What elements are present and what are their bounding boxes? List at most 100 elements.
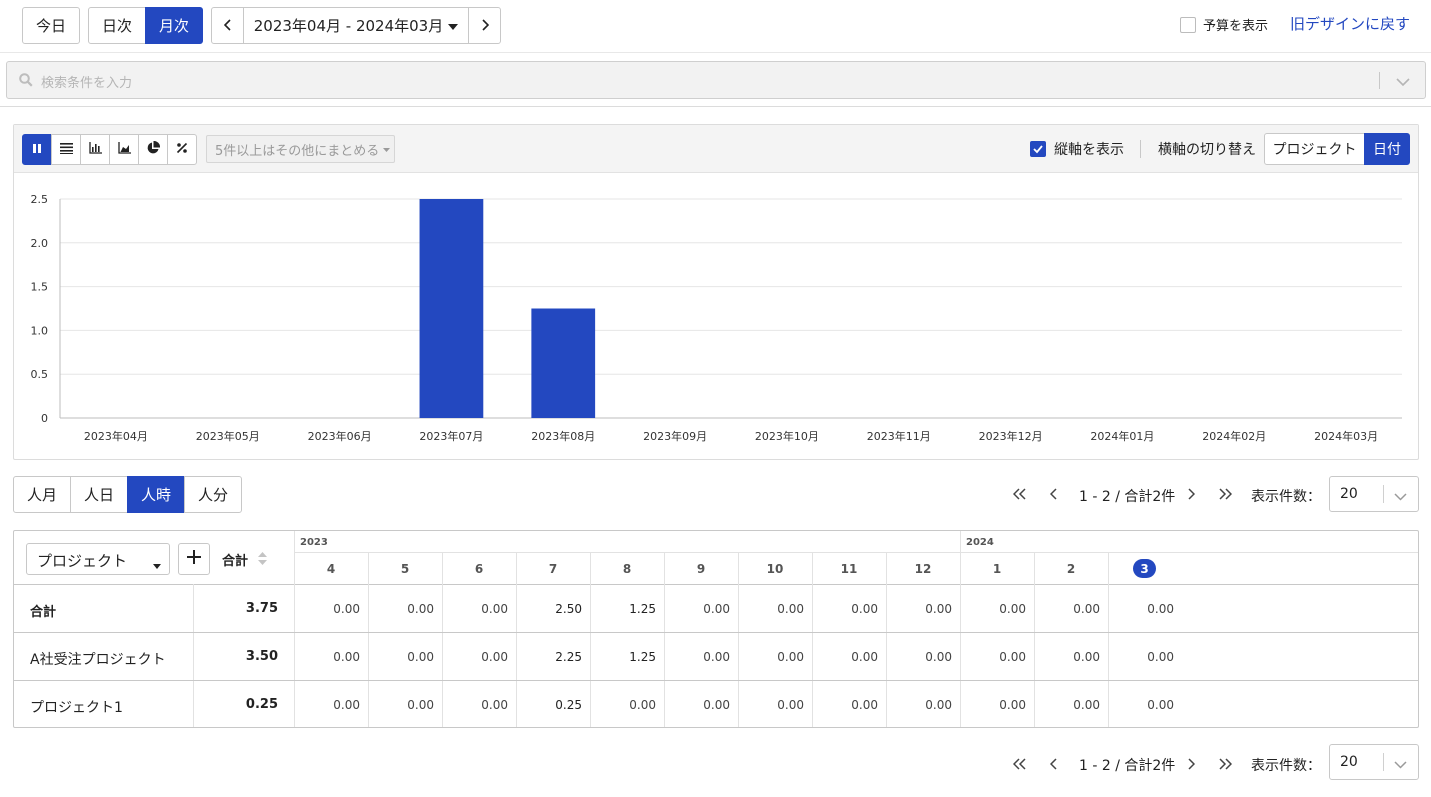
search-input[interactable]: 検索条件を入力	[41, 72, 132, 91]
table-cell: 0.00	[851, 602, 878, 616]
unit-person-hour[interactable]: 人時	[127, 476, 185, 513]
header-bottom-line	[14, 584, 1418, 585]
next-page-icon[interactable]	[1187, 485, 1196, 504]
bar	[419, 199, 484, 418]
y-tick-label: 2.5	[31, 193, 49, 206]
last-page-icon[interactable]	[1218, 755, 1233, 774]
y-tick-label: 1.5	[31, 281, 49, 294]
table-cell: 0.00	[481, 650, 508, 664]
chevron-down-icon	[1394, 757, 1407, 773]
show-y-axis-checkbox[interactable]	[1030, 141, 1046, 157]
prev-range-button[interactable]	[211, 7, 244, 44]
month-header: 9	[696, 562, 706, 576]
search-bar[interactable]: 検索条件を入力	[6, 61, 1426, 99]
first-page-icon[interactable]	[1012, 755, 1027, 774]
search-dropdown-icon[interactable]	[1396, 75, 1410, 91]
prev-page-icon[interactable]	[1049, 485, 1058, 504]
x-axis-switch-label: 横軸の切り替え	[1158, 142, 1256, 158]
list-icon	[59, 142, 73, 158]
table-cell: 1.25	[629, 650, 656, 664]
top-divider	[0, 52, 1431, 53]
table-cell: 0.00	[1073, 650, 1100, 664]
monthly-button[interactable]: 月次	[145, 7, 203, 44]
table-cell: 0.00	[407, 602, 434, 616]
pie-chart-button[interactable]	[138, 134, 168, 165]
sort-icon[interactable]	[258, 552, 267, 569]
table-cell: 1.25	[629, 602, 656, 616]
pager-summary: 1 - 2 / 合計2件	[1079, 489, 1176, 505]
show-budget-checkbox[interactable]	[1180, 17, 1196, 33]
show-y-axis-label: 縦軸を表示	[1054, 142, 1124, 158]
range-dropdown[interactable]: 2023年04月 - 2024年03月	[243, 7, 469, 44]
column-chart-button[interactable]	[80, 134, 110, 165]
month-header: 11	[840, 562, 858, 576]
next-page-icon[interactable]	[1187, 755, 1196, 774]
table-cell: 0.00	[1073, 698, 1100, 712]
x-axis-project-button[interactable]: プロジェクト	[1264, 133, 1365, 165]
area-chart-button[interactable]	[109, 134, 139, 165]
per-page-label: 表示件数：	[1251, 758, 1321, 774]
row-divider	[14, 632, 1418, 633]
x-tick-label: 2023年11月	[867, 429, 931, 443]
percent-icon	[176, 142, 188, 158]
row-total: 3.50	[245, 649, 278, 664]
month-header: 2	[1066, 562, 1076, 576]
month-header: 7	[548, 562, 558, 576]
select-separator	[1383, 753, 1384, 771]
bar	[531, 308, 596, 418]
last-page-icon[interactable]	[1218, 485, 1233, 504]
x-axis-date-button[interactable]: 日付	[1364, 133, 1410, 165]
per-page-select[interactable]: 20	[1329, 476, 1419, 512]
chevron-left-icon	[223, 17, 232, 35]
next-range-button[interactable]	[468, 7, 501, 44]
data-table: プロジェクト 合計 2023 2024 4 5 6 7 8 9 10 11 12 1 2 3 合計 3.75 0…	[13, 530, 1419, 728]
total-header: 合計	[222, 554, 249, 569]
month-header: 1	[992, 562, 1002, 576]
month-header: 8	[622, 562, 632, 576]
unit-person-month[interactable]: 人月	[13, 476, 71, 513]
daily-button[interactable]: 日次	[88, 7, 146, 44]
unit-person-day[interactable]: 人日	[70, 476, 128, 513]
range-label: 2023年04月 - 2024年03月	[253, 17, 444, 35]
per-page-select[interactable]: 20	[1329, 744, 1419, 780]
show-budget-label: 予算を表示	[1203, 19, 1269, 34]
caret-down-icon	[448, 17, 459, 35]
table-cell: 2.50	[555, 602, 582, 616]
group-others-dropdown[interactable]: 5件以上はその他にまとめる	[206, 135, 395, 163]
group-others-label: 5件以上はその他にまとめる	[215, 143, 380, 159]
month-header: 4	[326, 562, 336, 576]
list-view-button[interactable]	[51, 134, 81, 165]
prev-page-icon[interactable]	[1049, 755, 1058, 774]
first-page-icon[interactable]	[1012, 485, 1027, 504]
x-tick-label: 2024年03月	[1314, 429, 1378, 443]
unit-person-minute[interactable]: 人分	[184, 476, 242, 513]
x-tick-label: 2023年09月	[643, 429, 707, 443]
bar-chart: 0 0.5 1.0 1.5 2.0 2.5 2023年04月 2023年05月 2023年06月…	[31, 193, 1402, 443]
table-cell: 0.00	[629, 698, 656, 712]
table-cell: 0.00	[481, 698, 508, 712]
table-cell: 0.00	[925, 602, 952, 616]
today-button[interactable]: 今日	[22, 7, 80, 44]
bar-chart-button[interactable]	[22, 134, 52, 165]
month-header: 12	[914, 562, 932, 576]
current-month-badge: 3	[1133, 559, 1156, 578]
year-label: 2023	[300, 537, 328, 548]
chevron-right-icon	[481, 17, 489, 35]
table-cell: 0.00	[925, 698, 952, 712]
year-label: 2024	[966, 537, 994, 548]
add-column-button[interactable]	[178, 543, 210, 575]
search-separator	[1379, 72, 1380, 89]
per-page-label: 表示件数：	[1251, 489, 1321, 505]
percent-button[interactable]	[167, 134, 197, 165]
row-total: 0.25	[245, 697, 278, 712]
table-cell: 0.00	[777, 602, 804, 616]
x-tick-label: 2023年05月	[196, 429, 260, 443]
table-cell: 0.00	[703, 650, 730, 664]
pager-summary: 1 - 2 / 合計2件	[1079, 758, 1176, 774]
group-by-select[interactable]: プロジェクト	[26, 543, 170, 575]
x-tick-label: 2023年08月	[531, 429, 595, 443]
table-cell: 0.00	[1147, 602, 1174, 616]
per-page-value: 20	[1340, 754, 1358, 770]
per-page-value: 20	[1340, 486, 1358, 502]
old-design-link[interactable]: 旧デザインに戻す	[1290, 13, 1410, 34]
